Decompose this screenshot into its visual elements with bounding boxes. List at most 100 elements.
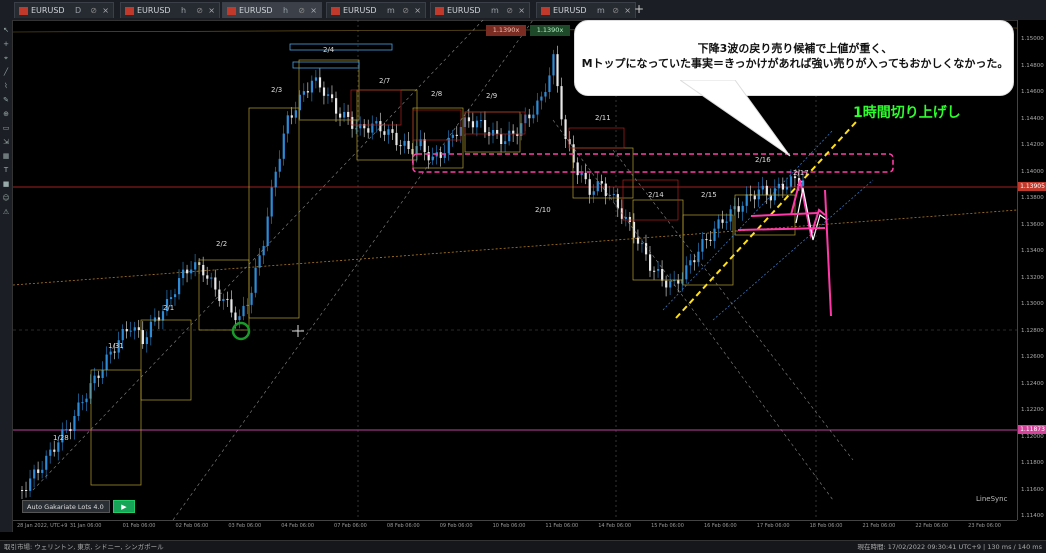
- pen-icon[interactable]: ✎: [2, 96, 10, 104]
- candle-body: [540, 96, 543, 101]
- candle-body: [717, 219, 720, 229]
- smile-icon[interactable]: ☺: [2, 194, 10, 202]
- day-label: 2/14: [648, 191, 664, 199]
- tab-symbol: EURUSD: [137, 6, 171, 15]
- candle-body: [765, 185, 768, 196]
- day-box: [140, 319, 192, 401]
- close-icon[interactable]: ×: [208, 3, 215, 19]
- time-tick: 02 Feb 06:00: [175, 523, 209, 529]
- close-icon[interactable]: ×: [310, 3, 317, 19]
- tab-1[interactable]: EURUSD D ⊘ ×: [14, 2, 114, 18]
- candle-body: [262, 245, 265, 256]
- candle-body: [29, 478, 32, 491]
- candle-body: [415, 146, 418, 155]
- candle-body: [773, 188, 776, 201]
- candle-body: [544, 91, 547, 97]
- status-right: 現在時間: 17/02/2022 09:30:41 UTC+9 | 130 ms…: [857, 543, 1042, 551]
- candle-body: [141, 330, 144, 345]
- tab-6[interactable]: EURUSD m ⊘ ×: [536, 2, 636, 18]
- arrow-icon[interactable]: ⇲: [2, 138, 10, 146]
- candle-body: [483, 120, 487, 133]
- candle-body: [367, 128, 370, 133]
- candle-body: [612, 194, 615, 196]
- tab-2[interactable]: EURUSD h ⊘ ×: [120, 2, 220, 18]
- link-icon[interactable]: ⊘: [196, 3, 203, 19]
- buy-price-box[interactable]: 1.1390x: [486, 25, 526, 36]
- candle-body: [693, 260, 696, 263]
- time-tick: 14 Feb 06:00: [598, 523, 632, 529]
- candle-body: [733, 206, 736, 210]
- color-icon[interactable]: ■: [2, 180, 10, 188]
- crosshair-icon[interactable]: +: [2, 40, 10, 48]
- candle-body: [121, 329, 124, 341]
- new-tab-button[interactable]: +: [634, 2, 644, 16]
- price-tick: 1.12600: [1021, 354, 1044, 360]
- cursor-icon[interactable]: ↖: [2, 26, 10, 34]
- candle-body: [644, 243, 648, 255]
- sell-price-box[interactable]: 1.1390x: [530, 25, 570, 36]
- line-icon[interactable]: ╱: [2, 68, 10, 76]
- tab-4[interactable]: EURUSD m ⊘ ×: [326, 2, 426, 18]
- close-icon[interactable]: ×: [414, 3, 421, 19]
- close-icon[interactable]: ×: [518, 3, 525, 19]
- target-icon[interactable]: ⌖: [2, 54, 10, 62]
- rect-icon[interactable]: ▭: [2, 124, 10, 132]
- candle-body: [109, 351, 112, 355]
- candle-body: [387, 129, 390, 135]
- link-icon[interactable]: ⊘: [506, 3, 513, 19]
- play-button[interactable]: ▶: [113, 500, 135, 513]
- candle-body: [145, 337, 148, 345]
- price-tick: 1.14600: [1021, 89, 1044, 95]
- candle-body: [701, 239, 704, 252]
- close-icon[interactable]: ×: [102, 3, 109, 19]
- time-tick: 16 Feb 06:00: [703, 523, 737, 529]
- tab-3[interactable]: EURUSD h ⊘ ×: [222, 2, 322, 18]
- link-icon[interactable]: ⊘: [612, 3, 619, 19]
- time-tick: 28 Jan 2022, UTC+9: [17, 523, 68, 529]
- candle-body: [789, 176, 793, 187]
- alert-icon[interactable]: ⚠: [2, 208, 10, 216]
- close-icon[interactable]: ×: [624, 3, 631, 19]
- candle-body: [399, 145, 402, 147]
- price-tick: 1.12800: [1021, 327, 1044, 334]
- price-axis[interactable]: 1.15000 1.14800 1.14600 1.14400 1.14200 1.140…: [1017, 20, 1046, 520]
- candle-body: [302, 91, 305, 95]
- price-tick: 1.14200: [1021, 142, 1044, 148]
- time-axis[interactable]: 28 Jan 2022, UTC+9 31 Jan 06:00 01 Feb 06:…: [13, 520, 1017, 533]
- grid-icon[interactable]: ▦: [2, 152, 10, 160]
- candle-body: [737, 206, 740, 212]
- candle-body: [600, 181, 603, 184]
- candle-body: [669, 281, 672, 288]
- zoom-icon[interactable]: ⊕: [2, 110, 10, 118]
- candle-body: [500, 133, 503, 145]
- candle-body: [278, 158, 281, 172]
- candle-body: [230, 299, 233, 313]
- candle-body: [65, 429, 68, 431]
- resistance-zone: [412, 153, 894, 173]
- candle-body: [206, 275, 209, 279]
- candle-body: [81, 402, 84, 404]
- tab-timeframe: m: [387, 6, 395, 15]
- fib-icon[interactable]: ⌇: [2, 82, 10, 90]
- day-box: [90, 369, 142, 486]
- candle-body: [552, 54, 555, 76]
- text-icon[interactable]: T: [2, 166, 10, 174]
- link-icon[interactable]: ⊘: [90, 3, 97, 19]
- candle-body: [383, 131, 386, 135]
- candle-body: [375, 121, 378, 124]
- candle-body: [306, 91, 310, 93]
- tab-5[interactable]: EURUSD m ⊘ ×: [430, 2, 530, 18]
- candle-body: [214, 277, 217, 290]
- link-icon[interactable]: ⊘: [298, 3, 305, 19]
- candle-body: [616, 194, 619, 209]
- candle-body: [57, 442, 60, 452]
- time-tick: 01 Feb 06:00: [122, 523, 156, 529]
- candle-body: [479, 120, 483, 122]
- link-icon[interactable]: ⊘: [402, 3, 409, 19]
- candle-body: [580, 172, 583, 176]
- candle-body: [492, 130, 495, 136]
- time-tick: 22 Feb 06:00: [915, 523, 949, 529]
- auto-lots-button[interactable]: Auto Gakariate Lots 4.0: [22, 500, 110, 513]
- candle-body: [254, 267, 257, 293]
- green-circle-marker: [231, 321, 251, 341]
